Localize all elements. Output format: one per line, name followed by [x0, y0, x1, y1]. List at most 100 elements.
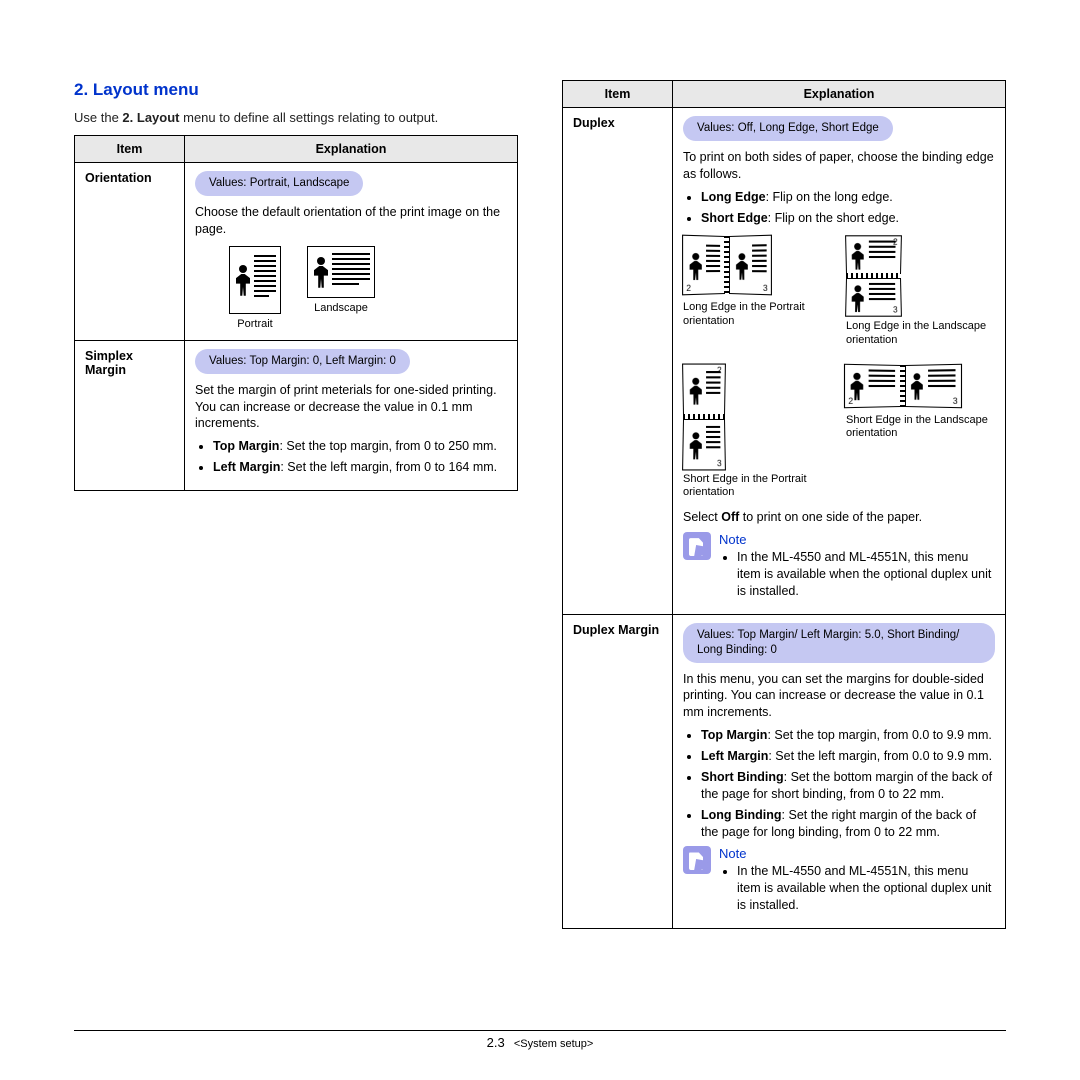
person-icon: [851, 286, 864, 314]
list-text: : Flip on the long edge.: [766, 190, 893, 204]
note-text: In the ML-4550 and ML-4551N, this menu i…: [737, 863, 995, 914]
exp-orientation: Values: Portrait, Landscape Choose the d…: [185, 163, 518, 341]
text-lines-icon: [706, 245, 720, 276]
cap-short-edge-portrait: Short Edge in the Portrait orientation: [683, 473, 832, 499]
item-duplex-margin: Duplex Margin: [563, 614, 673, 928]
list-text: : Set the top margin, from 0.0 to 9.9 mm…: [767, 728, 991, 742]
bold-term: Left Margin: [213, 460, 280, 474]
page-corner-3: 3: [763, 284, 768, 293]
text-lines-icon: [869, 369, 895, 390]
table-header-row: Item Explanation: [75, 136, 518, 163]
th-item: Item: [563, 81, 673, 108]
table-row: Simplex Margin Values: Top Margin: 0, Le…: [75, 340, 518, 490]
right-table: Item Explanation Duplex Values: Off, Lon…: [562, 80, 1006, 929]
note-text: In the ML-4550 and ML-4551N, this menu i…: [737, 549, 995, 600]
list-item: Short Edge: Flip on the short edge.: [701, 210, 995, 227]
list-text: : Set the left margin, from 0.0 to 9.9 m…: [768, 749, 992, 763]
long-edge-landscape-diagram: 2 3 Long Edge in: [846, 236, 995, 346]
portrait-diagram: Portrait: [229, 246, 281, 330]
right-column: Item Explanation Duplex Values: Off, Lon…: [562, 80, 1006, 929]
note-block: Note In the ML-4550 and ML-4551N, this m…: [683, 846, 995, 920]
duplex-diagrams: 2 3 Long Edge in: [683, 236, 995, 499]
table-row: Duplex Values: Off, Long Edge, Short Edg…: [563, 108, 1006, 615]
person-icon: [911, 373, 923, 401]
page-corner-3: 3: [893, 306, 898, 315]
duplex-list: Long Edge: Flip on the long edge. Short …: [683, 189, 995, 227]
note-label: Note: [719, 532, 995, 547]
th-item: Item: [75, 136, 185, 163]
item-duplex: Duplex: [563, 108, 673, 615]
text-lines-icon: [332, 253, 370, 288]
list-text: : Flip on the short edge.: [768, 211, 899, 225]
page-corner-2: 2: [848, 396, 853, 406]
th-explanation: Explanation: [185, 136, 518, 163]
values-pill: Values: Top Margin: 0, Left Margin: 0: [195, 349, 410, 374]
bold-term: Top Margin: [701, 728, 767, 742]
section-heading: 2. Layout menu: [74, 80, 518, 100]
page-body: 2. Layout menu Use the 2. Layout menu to…: [0, 0, 1080, 929]
intro-bold: 2. Layout: [122, 110, 179, 125]
section-title-text: Layout menu: [93, 80, 199, 99]
values-pill: Values: Portrait, Landscape: [195, 171, 363, 196]
list-text: : Set the top margin, from 0 to 250 mm.: [279, 439, 496, 453]
note-block: Note In the ML-4550 and ML-4551N, this m…: [683, 532, 995, 606]
short-edge-landscape-diagram: 2 3 Short Edge i: [846, 365, 995, 499]
text-lines-icon: [706, 426, 720, 451]
duplex-margin-list: Top Margin: Set the top margin, from 0.0…: [683, 727, 995, 840]
select-prefix: Select: [683, 510, 721, 524]
item-simplex-margin: Simplex Margin: [75, 340, 185, 490]
exp-duplex-margin: Values: Top Margin/ Left Margin: 5.0, Sh…: [673, 614, 1006, 928]
person-icon: [690, 378, 702, 406]
bold-term: Short Edge: [701, 211, 768, 225]
text-lines-icon: [254, 255, 276, 300]
person-icon: [690, 432, 702, 460]
person-icon: [851, 243, 863, 271]
bold-term: Top Margin: [213, 439, 279, 453]
landscape-sheet-icon: [307, 246, 375, 298]
bold-term: Long Edge: [701, 190, 766, 204]
person-icon: [690, 253, 702, 281]
select-suffix: to print on one side of the paper.: [739, 510, 922, 524]
text-lines-icon: [869, 283, 896, 303]
values-pill: Values: Off, Long Edge, Short Edge: [683, 116, 893, 141]
text-lines-icon: [869, 241, 896, 262]
landscape-caption: Landscape: [307, 302, 375, 314]
text-lines-icon: [928, 369, 955, 390]
chapter-name: <System setup>: [514, 1038, 594, 1050]
cap-long-edge-portrait: Long Edge in the Portrait orientation: [683, 301, 832, 327]
intro-prefix: Use the: [74, 110, 122, 125]
select-off-text: Select Off to print on one side of the p…: [683, 509, 995, 526]
cap-long-edge-landscape: Long Edge in the Landscape orientation: [846, 320, 995, 346]
list-item: Long Edge: Flip on the long edge.: [701, 189, 995, 206]
table-row: Duplex Margin Values: Top Margin/ Left M…: [563, 614, 1006, 928]
person-icon: [736, 254, 748, 282]
note-body: Note In the ML-4550 and ML-4551N, this m…: [719, 532, 995, 606]
orientation-desc: Choose the default orientation of the pr…: [195, 204, 507, 238]
list-item: Long Binding: Set the right margin of th…: [701, 807, 995, 841]
left-table: Item Explanation Orientation Values: Por…: [74, 135, 518, 491]
note-icon: [683, 532, 711, 560]
duplex-margin-desc: In this menu, you can set the margins fo…: [683, 671, 995, 722]
section-intro: Use the 2. Layout menu to define all set…: [74, 110, 518, 125]
list-item: Short Binding: Set the bottom margin of …: [701, 769, 995, 803]
text-lines-icon: [752, 245, 767, 276]
page-corner-3: 3: [953, 396, 958, 406]
page-corner-2: 2: [686, 284, 691, 293]
note-icon: [683, 846, 711, 874]
list-item: Top Margin: Set the top margin, from 0 t…: [213, 438, 507, 455]
page-corner-2: 2: [893, 238, 898, 247]
page-footer: 2.3 <System setup>: [74, 1030, 1006, 1050]
exp-duplex: Values: Off, Long Edge, Short Edge To pr…: [673, 108, 1006, 615]
intro-suffix: menu to define all settings relating to …: [180, 110, 439, 125]
short-edge-portrait-diagram: 2 3 Short Edge i: [683, 365, 832, 499]
bold-term: Long Binding: [701, 808, 782, 822]
page-number: 2.3: [487, 1035, 505, 1050]
orientation-diagrams: Portrait Landscape: [195, 246, 507, 330]
simplex-margin-desc: Set the margin of print meterials for on…: [195, 382, 507, 433]
th-explanation: Explanation: [673, 81, 1006, 108]
bold-term: Left Margin: [701, 749, 768, 763]
list-item: Top Margin: Set the top margin, from 0.0…: [701, 727, 995, 744]
page-corner-2: 2: [717, 365, 722, 375]
landscape-diagram: Landscape: [307, 246, 375, 330]
note-body: Note In the ML-4550 and ML-4551N, this m…: [719, 846, 995, 920]
